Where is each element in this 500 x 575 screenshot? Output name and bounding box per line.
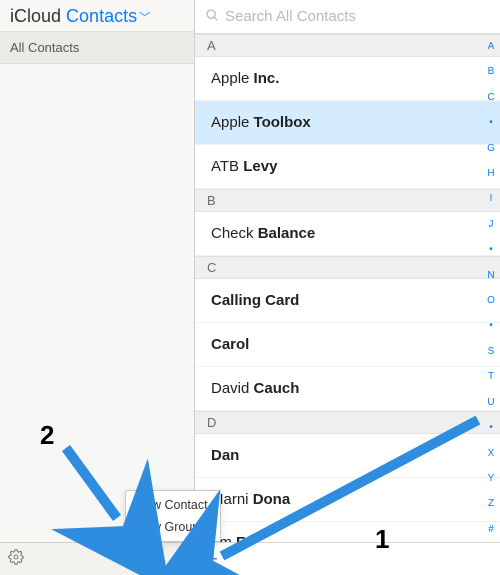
menu-item-new-contact[interactable]: New Contact <box>126 494 220 516</box>
contact-first: Apple <box>211 70 249 87</box>
index-letter[interactable]: Y <box>484 474 498 484</box>
contact-last: Fe <box>236 534 254 542</box>
contact-last: Balance <box>258 225 316 242</box>
contact-first: ATB <box>211 158 239 175</box>
contact-row[interactable]: David Cauch <box>195 367 500 411</box>
contacts-list[interactable]: A Apple Inc. Apple Toolbox ATB Levy B Ch… <box>195 34 500 542</box>
app-switcher[interactable]: iCloud Contacts﹀ <box>0 0 194 31</box>
contact-row[interactable]: Check Balance <box>195 212 500 256</box>
index-letter[interactable]: S <box>484 347 498 357</box>
contact-row[interactable]: Calling Card <box>195 279 500 323</box>
contact-last: Inc. <box>254 70 280 87</box>
sidebar-group-all-contacts[interactable]: All Contacts <box>0 31 194 64</box>
index-letter[interactable]: • <box>484 321 498 331</box>
menu-item-new-group[interactable]: New Group <box>126 516 220 538</box>
contact-first: Check <box>211 225 254 242</box>
section-header: B <box>195 189 500 212</box>
sidebar-footer <box>0 542 194 575</box>
contact-row[interactable]: Apple Toolbox <box>195 101 500 145</box>
contact-first: Calling Card <box>211 292 299 309</box>
add-menu-popup: New Contact New Group <box>125 490 221 542</box>
index-letter[interactable]: T <box>484 372 498 382</box>
contact-row[interactable]: am Fe <box>195 522 500 542</box>
index-letter[interactable]: J <box>484 220 498 230</box>
search-icon <box>205 8 219 26</box>
index-letter[interactable]: A <box>484 42 498 52</box>
index-letter[interactable]: C <box>484 93 498 103</box>
contact-last: Toolbox <box>254 114 311 131</box>
section-header: A <box>195 34 500 57</box>
index-letter[interactable]: • <box>484 118 498 128</box>
index-letter[interactable]: G <box>484 144 498 154</box>
gear-icon[interactable] <box>8 549 24 570</box>
index-letter[interactable]: • <box>484 245 498 255</box>
index-letter[interactable]: B <box>484 67 498 77</box>
section-header: C <box>195 256 500 279</box>
contact-last: Levy <box>243 158 277 175</box>
index-letter[interactable]: Z <box>484 499 498 509</box>
index-letter[interactable]: H <box>484 169 498 179</box>
index-letter[interactable]: O <box>484 296 498 306</box>
contact-row[interactable]: Apple Inc. <box>195 57 500 101</box>
chevron-down-icon: ﹀ <box>139 9 150 25</box>
contact-row[interactable]: Marni Dona <box>195 478 500 522</box>
section-header: D <box>195 411 500 434</box>
contact-first: Apple <box>211 114 249 131</box>
index-strip[interactable]: A B C • G H I J • N O • S T U • X Y Z # <box>484 36 498 541</box>
contact-row[interactable]: Dan <box>195 434 500 478</box>
index-letter[interactable]: I <box>484 194 498 204</box>
sidebar: iCloud Contacts﹀ All Contacts <box>0 0 195 575</box>
main-column: A Apple Inc. Apple Toolbox ATB Levy B Ch… <box>195 0 500 575</box>
index-letter[interactable]: # <box>484 525 498 535</box>
index-letter[interactable]: X <box>484 449 498 459</box>
contact-first: David <box>211 380 249 397</box>
index-letter[interactable]: N <box>484 271 498 281</box>
index-letter[interactable]: • <box>484 423 498 433</box>
contact-row[interactable]: ATB Levy <box>195 145 500 189</box>
plus-icon[interactable]: + <box>205 548 218 570</box>
index-letter[interactable]: U <box>484 398 498 408</box>
contact-first: Carol <box>211 336 249 353</box>
contact-first: Dan <box>211 447 239 464</box>
contact-last: Cauch <box>254 380 300 397</box>
main-footer: + <box>195 542 500 575</box>
sidebar-group-label: All Contacts <box>10 40 79 55</box>
search-row <box>195 0 500 34</box>
contact-row[interactable]: Carol <box>195 323 500 367</box>
brand-label: iCloud <box>10 6 61 26</box>
app-name: Contacts <box>66 6 137 26</box>
search-input[interactable] <box>225 8 490 25</box>
contact-last: Dona <box>253 491 291 508</box>
